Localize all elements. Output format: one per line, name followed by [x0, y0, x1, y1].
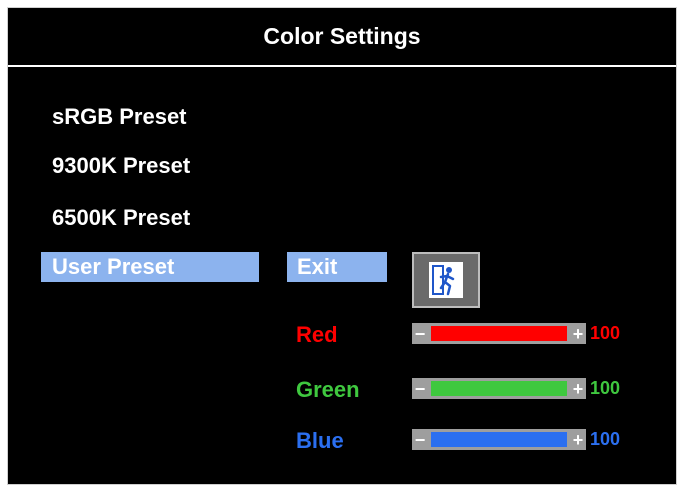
green-value: 100 [590, 378, 621, 398]
color-settings-panel: Color Settings sRGB Preset 9300K Preset … [7, 7, 677, 485]
green-increase-icon[interactable]: + [570, 378, 586, 399]
exit-door-icon[interactable] [412, 252, 480, 308]
green-decrease-icon[interactable]: − [412, 378, 428, 399]
blue-slider[interactable]: − + [412, 429, 586, 450]
exit-button[interactable]: Exit [287, 252, 387, 282]
red-value: 100 [590, 323, 621, 343]
green-slider[interactable]: − + [412, 378, 586, 399]
red-label: Red [296, 322, 338, 347]
menu-item-6500k-preset[interactable]: 6500K Preset [52, 205, 190, 231]
blue-label: Blue [296, 428, 344, 453]
green-label: Green [296, 377, 360, 402]
red-decrease-icon[interactable]: − [412, 323, 428, 344]
red-slider-fill [431, 326, 567, 341]
blue-increase-icon[interactable]: + [570, 429, 586, 450]
green-slider-fill [431, 381, 567, 396]
blue-decrease-icon[interactable]: − [412, 429, 428, 450]
red-slider[interactable]: − + [412, 323, 586, 344]
menu-item-user-preset[interactable]: User Preset [41, 252, 259, 282]
menu-item-srgb-preset[interactable]: sRGB Preset [52, 104, 187, 130]
panel-title: Color Settings [8, 8, 676, 67]
blue-value: 100 [590, 429, 621, 449]
blue-slider-fill [431, 432, 567, 447]
red-increase-icon[interactable]: + [570, 323, 586, 344]
menu-item-9300k-preset[interactable]: 9300K Preset [52, 153, 190, 179]
